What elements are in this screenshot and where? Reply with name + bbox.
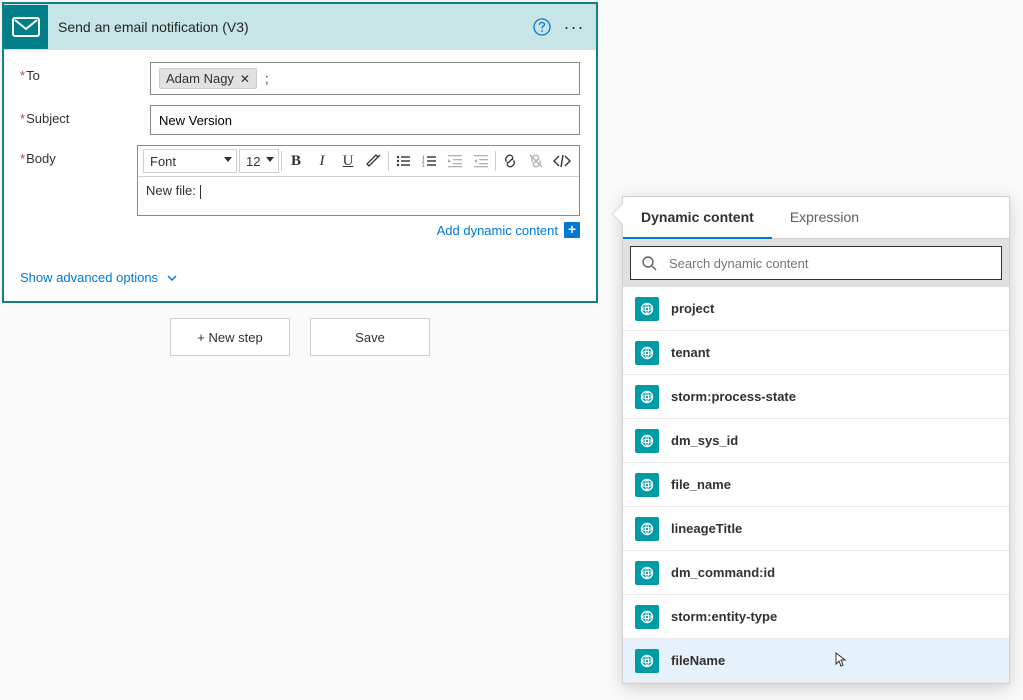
bold-button[interactable]: B: [284, 149, 308, 173]
body-label: *Body: [20, 145, 137, 166]
to-label: *To: [20, 62, 150, 83]
tab-expression[interactable]: Expression: [772, 197, 877, 238]
dynamic-content-item-label: dm_command:id: [671, 565, 775, 580]
globe-icon: [635, 473, 659, 497]
code-view-button[interactable]: [550, 149, 574, 173]
subject-label: *Subject: [20, 105, 150, 126]
tab-dynamic-content[interactable]: Dynamic content: [623, 197, 772, 239]
add-dynamic-content-button[interactable]: +: [564, 222, 580, 238]
dynamic-content-item[interactable]: dm_sys_id: [623, 419, 1009, 463]
unlink-button[interactable]: [524, 149, 548, 173]
subject-label-text: Subject: [26, 111, 69, 126]
toolbar-separator: [495, 151, 496, 171]
dynamic-content-list: project tenant storm:process-state dm_sys_i…: [623, 287, 1009, 683]
dynamic-content-item[interactable]: storm:entity-type: [623, 595, 1009, 639]
cursor-icon: [831, 652, 847, 670]
dynamic-content-flyout: Dynamic content Expression project tenant…: [622, 196, 1010, 684]
action-header: Send an email notification (V3) ···: [4, 4, 596, 50]
text-cursor: [200, 185, 201, 199]
to-trailing: ;: [265, 71, 269, 86]
new-step-label: + New step: [197, 330, 262, 345]
dynamic-content-item[interactable]: project: [623, 287, 1009, 331]
globe-icon: [635, 429, 659, 453]
flyout-tabs: Dynamic content Expression: [623, 197, 1009, 239]
globe-icon: [635, 605, 659, 629]
recipient-chip[interactable]: Adam Nagy ✕: [159, 68, 257, 89]
dynamic-content-item-label: storm:entity-type: [671, 609, 777, 624]
richtext-editor: Font 12 B I U: [137, 145, 580, 216]
globe-icon: [635, 385, 659, 409]
more-icon[interactable]: ···: [560, 13, 588, 41]
action-title: Send an email notification (V3): [48, 19, 524, 35]
dynamic-content-item-label: fileName: [671, 653, 725, 668]
add-dynamic-content-link[interactable]: Add dynamic content: [437, 223, 558, 238]
chevron-down-icon: [224, 157, 232, 162]
search-input[interactable]: [667, 255, 991, 272]
subject-input[interactable]: [157, 112, 573, 129]
subject-input-box[interactable]: [150, 105, 580, 135]
search-wrap: [623, 239, 1009, 287]
chevron-down-icon: [266, 157, 274, 162]
dynamic-content-item[interactable]: tenant: [623, 331, 1009, 375]
body-label-text: Body: [26, 151, 56, 166]
highlight-button[interactable]: [362, 149, 386, 173]
globe-icon: [635, 341, 659, 365]
body-textarea[interactable]: New file:: [138, 177, 579, 215]
new-step-button[interactable]: + New step: [170, 318, 290, 356]
remove-chip-icon[interactable]: ✕: [240, 72, 250, 86]
link-button[interactable]: [498, 149, 522, 173]
mail-icon: [4, 5, 48, 49]
show-advanced-link[interactable]: Show advanced options: [20, 270, 178, 285]
bullet-list-button[interactable]: [391, 149, 415, 173]
flyout-arrow: [613, 204, 623, 224]
richtext-toolbar: Font 12 B I U: [138, 146, 579, 177]
font-select[interactable]: Font: [143, 149, 237, 173]
toolbar-separator: [388, 151, 389, 171]
body-text: New file:: [146, 183, 199, 198]
field-to: *To Adam Nagy ✕ ;: [20, 62, 580, 95]
save-button[interactable]: Save: [310, 318, 430, 356]
dynamic-content-item-label: storm:process-state: [671, 389, 796, 404]
to-label-text: To: [26, 68, 40, 83]
indent-button[interactable]: [469, 149, 493, 173]
chevron-down-icon: [166, 272, 178, 284]
size-select-label: 12: [246, 154, 260, 169]
email-action-card: Send an email notification (V3) ··· *To …: [2, 2, 598, 303]
show-advanced-label: Show advanced options: [20, 270, 158, 285]
globe-icon: [635, 297, 659, 321]
recipient-chip-label: Adam Nagy: [166, 71, 234, 86]
dynamic-content-item[interactable]: fileName: [623, 639, 1009, 683]
dynamic-content-item-label: dm_sys_id: [671, 433, 738, 448]
fontsize-select[interactable]: 12: [239, 149, 279, 173]
search-box[interactable]: [630, 246, 1002, 280]
underline-button[interactable]: U: [336, 149, 360, 173]
action-body: *To Adam Nagy ✕ ; *Subject *Body: [4, 50, 596, 301]
to-input[interactable]: Adam Nagy ✕ ;: [150, 62, 580, 95]
globe-icon: [635, 649, 659, 673]
globe-icon: [635, 561, 659, 585]
dynamic-content-item-label: lineageTitle: [671, 521, 742, 536]
number-list-button[interactable]: 1 2 3: [417, 149, 441, 173]
toolbar-separator: [281, 151, 282, 171]
save-label: Save: [355, 330, 385, 345]
field-body: *Body Font 12 B I U: [20, 145, 580, 238]
dynamic-content-item-label: file_name: [671, 477, 731, 492]
help-icon[interactable]: [528, 13, 556, 41]
outdent-button[interactable]: [443, 149, 467, 173]
dynamic-content-item[interactable]: file_name: [623, 463, 1009, 507]
dynamic-content-item[interactable]: dm_command:id: [623, 551, 1009, 595]
field-subject: *Subject: [20, 105, 580, 135]
search-icon: [641, 255, 657, 271]
dynamic-content-item[interactable]: storm:process-state: [623, 375, 1009, 419]
font-select-label: Font: [150, 154, 176, 169]
italic-button[interactable]: I: [310, 149, 334, 173]
add-dynamic-row: Add dynamic content +: [137, 222, 580, 238]
dynamic-content-item-label: tenant: [671, 345, 710, 360]
svg-text:3: 3: [422, 164, 425, 168]
dynamic-content-item-label: project: [671, 301, 714, 316]
dynamic-content-item[interactable]: lineageTitle: [623, 507, 1009, 551]
globe-icon: [635, 517, 659, 541]
bottom-buttons: + New step Save: [170, 318, 430, 356]
